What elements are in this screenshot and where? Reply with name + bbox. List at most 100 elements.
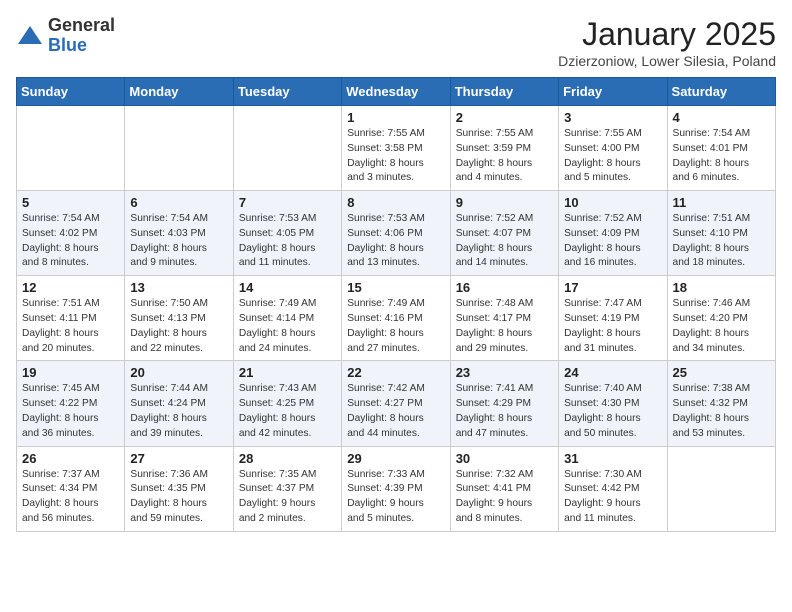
day-info: Sunrise: 7:33 AMSunset: 4:39 PMDaylight:… bbox=[347, 468, 444, 527]
day-number: 5 bbox=[22, 195, 119, 210]
calendar-cell bbox=[233, 106, 341, 191]
calendar-cell: 26 Sunrise: 7:37 AMSunset: 4:34 PMDayligh… bbox=[17, 446, 125, 531]
calendar-cell: 5 Sunrise: 7:54 AMSunset: 4:02 PMDaylight… bbox=[17, 191, 125, 276]
day-number: 23 bbox=[456, 365, 553, 380]
calendar-cell: 31 Sunrise: 7:30 AMSunset: 4:42 PMDayligh… bbox=[559, 446, 667, 531]
day-info: Sunrise: 7:40 AMSunset: 4:30 PMDaylight:… bbox=[564, 382, 661, 441]
day-info: Sunrise: 7:48 AMSunset: 4:17 PMDaylight:… bbox=[456, 297, 553, 356]
calendar-cell: 8Sunrise: 7:53 AMSunset: 4:06 PMDaylight… bbox=[342, 191, 450, 276]
calendar-cell: 3 Sunrise: 7:55 AMSunset: 4:00 PMDaylight… bbox=[559, 106, 667, 191]
day-number: 11 bbox=[673, 195, 770, 210]
calendar-cell: 10Sunrise: 7:52 AMSunset: 4:09 PMDayligh… bbox=[559, 191, 667, 276]
day-number: 16 bbox=[456, 280, 553, 295]
calendar-week-row: 19Sunrise: 7:45 AMSunset: 4:22 PMDayligh… bbox=[17, 361, 776, 446]
calendar-cell: 4 Sunrise: 7:54 AMSunset: 4:01 PMDaylight… bbox=[667, 106, 775, 191]
calendar-cell: 24 Sunrise: 7:40 AMSunset: 4:30 PMDayligh… bbox=[559, 361, 667, 446]
calendar-cell: 9Sunrise: 7:52 AMSunset: 4:07 PMDaylight… bbox=[450, 191, 558, 276]
day-info: Sunrise: 7:53 AMSunset: 4:05 PMDaylight:… bbox=[239, 212, 336, 271]
day-number: 26 bbox=[22, 451, 119, 466]
location-subtitle: Dzierzoniow, Lower Silesia, Poland bbox=[558, 53, 776, 69]
day-info: Sunrise: 7:51 AMSunset: 4:11 PMDaylight:… bbox=[22, 297, 119, 356]
day-info: Sunrise: 7:41 AMSunset: 4:29 PMDaylight:… bbox=[456, 382, 553, 441]
calendar-cell: 13 Sunrise: 7:50 AMSunset: 4:13 PMDayligh… bbox=[125, 276, 233, 361]
day-number: 25 bbox=[673, 365, 770, 380]
weekday-header-monday: Monday bbox=[125, 78, 233, 106]
day-info: Sunrise: 7:53 AMSunset: 4:06 PMDaylight:… bbox=[347, 212, 444, 271]
weekday-header-wednesday: Wednesday bbox=[342, 78, 450, 106]
day-info: Sunrise: 7:35 AMSunset: 4:37 PMDaylight:… bbox=[239, 468, 336, 527]
calendar-cell: 18 Sunrise: 7:46 AMSunset: 4:20 PMDayligh… bbox=[667, 276, 775, 361]
day-number: 15 bbox=[347, 280, 444, 295]
day-info: Sunrise: 7:36 AMSunset: 4:35 PMDaylight:… bbox=[130, 468, 227, 527]
calendar-cell: 11Sunrise: 7:51 AMSunset: 4:10 PMDayligh… bbox=[667, 191, 775, 276]
day-info: Sunrise: 7:49 AMSunset: 4:14 PMDaylight:… bbox=[239, 297, 336, 356]
day-info: Sunrise: 7:30 AMSunset: 4:42 PMDaylight:… bbox=[564, 468, 661, 527]
day-info: Sunrise: 7:43 AMSunset: 4:25 PMDaylight:… bbox=[239, 382, 336, 441]
day-info: Sunrise: 7:54 AMSunset: 4:02 PMDaylight:… bbox=[22, 212, 119, 271]
calendar-cell bbox=[667, 446, 775, 531]
day-info: Sunrise: 7:50 AMSunset: 4:13 PMDaylight:… bbox=[130, 297, 227, 356]
day-number: 12 bbox=[22, 280, 119, 295]
day-number: 9 bbox=[456, 195, 553, 210]
calendar-week-row: 12 Sunrise: 7:51 AMSunset: 4:11 PMDayligh… bbox=[17, 276, 776, 361]
day-info: Sunrise: 7:38 AMSunset: 4:32 PMDaylight:… bbox=[673, 382, 770, 441]
day-info: Sunrise: 7:54 AMSunset: 4:03 PMDaylight:… bbox=[130, 212, 227, 271]
weekday-header-friday: Friday bbox=[559, 78, 667, 106]
title-block: January 2025 Dzierzoniow, Lower Silesia,… bbox=[558, 16, 776, 69]
logo: General Blue bbox=[16, 16, 115, 56]
calendar-table: SundayMondayTuesdayWednesdayThursdayFrid… bbox=[16, 77, 776, 532]
weekday-header-sunday: Sunday bbox=[17, 78, 125, 106]
month-title: January 2025 bbox=[558, 16, 776, 53]
day-number: 24 bbox=[564, 365, 661, 380]
calendar-cell: 19Sunrise: 7:45 AMSunset: 4:22 PMDayligh… bbox=[17, 361, 125, 446]
calendar-cell bbox=[17, 106, 125, 191]
calendar-week-row: 5 Sunrise: 7:54 AMSunset: 4:02 PMDaylight… bbox=[17, 191, 776, 276]
day-number: 17 bbox=[564, 280, 661, 295]
day-number: 31 bbox=[564, 451, 661, 466]
day-number: 29 bbox=[347, 451, 444, 466]
day-number: 13 bbox=[130, 280, 227, 295]
calendar-cell: 16 Sunrise: 7:48 AMSunset: 4:17 PMDayligh… bbox=[450, 276, 558, 361]
day-number: 21 bbox=[239, 365, 336, 380]
logo-icon bbox=[16, 22, 44, 50]
day-number: 3 bbox=[564, 110, 661, 125]
day-number: 2 bbox=[456, 110, 553, 125]
calendar-cell: 17 Sunrise: 7:47 AMSunset: 4:19 PMDayligh… bbox=[559, 276, 667, 361]
calendar-week-row: 1Sunrise: 7:55 AMSunset: 3:58 PMDaylight… bbox=[17, 106, 776, 191]
calendar-cell: 30Sunrise: 7:32 AMSunset: 4:41 PMDayligh… bbox=[450, 446, 558, 531]
day-info: Sunrise: 7:55 AMSunset: 4:00 PMDaylight:… bbox=[564, 127, 661, 186]
day-number: 22 bbox=[347, 365, 444, 380]
day-number: 4 bbox=[673, 110, 770, 125]
weekday-header-tuesday: Tuesday bbox=[233, 78, 341, 106]
calendar-cell: 23 Sunrise: 7:41 AMSunset: 4:29 PMDayligh… bbox=[450, 361, 558, 446]
calendar-cell: 29 Sunrise: 7:33 AMSunset: 4:39 PMDayligh… bbox=[342, 446, 450, 531]
day-number: 30 bbox=[456, 451, 553, 466]
day-info: Sunrise: 7:54 AMSunset: 4:01 PMDaylight:… bbox=[673, 127, 770, 186]
weekday-header-row: SundayMondayTuesdayWednesdayThursdayFrid… bbox=[17, 78, 776, 106]
day-info: Sunrise: 7:42 AMSunset: 4:27 PMDaylight:… bbox=[347, 382, 444, 441]
page-header: General Blue January 2025 Dzierzoniow, L… bbox=[16, 16, 776, 69]
day-info: Sunrise: 7:55 AMSunset: 3:58 PMDaylight:… bbox=[347, 127, 444, 186]
day-number: 10 bbox=[564, 195, 661, 210]
calendar-week-row: 26 Sunrise: 7:37 AMSunset: 4:34 PMDayligh… bbox=[17, 446, 776, 531]
weekday-header-thursday: Thursday bbox=[450, 78, 558, 106]
day-info: Sunrise: 7:55 AMSunset: 3:59 PMDaylight:… bbox=[456, 127, 553, 186]
calendar-cell: 6Sunrise: 7:54 AMSunset: 4:03 PMDaylight… bbox=[125, 191, 233, 276]
calendar-cell: 15 Sunrise: 7:49 AMSunset: 4:16 PMDayligh… bbox=[342, 276, 450, 361]
day-info: Sunrise: 7:49 AMSunset: 4:16 PMDaylight:… bbox=[347, 297, 444, 356]
calendar-cell: 21 Sunrise: 7:43 AMSunset: 4:25 PMDayligh… bbox=[233, 361, 341, 446]
day-number: 27 bbox=[130, 451, 227, 466]
day-number: 14 bbox=[239, 280, 336, 295]
calendar-cell: 28Sunrise: 7:35 AMSunset: 4:37 PMDayligh… bbox=[233, 446, 341, 531]
calendar-cell: 1Sunrise: 7:55 AMSunset: 3:58 PMDaylight… bbox=[342, 106, 450, 191]
day-info: Sunrise: 7:44 AMSunset: 4:24 PMDaylight:… bbox=[130, 382, 227, 441]
weekday-header-saturday: Saturday bbox=[667, 78, 775, 106]
logo-blue: Blue bbox=[48, 35, 87, 55]
calendar-cell: 22 Sunrise: 7:42 AMSunset: 4:27 PMDayligh… bbox=[342, 361, 450, 446]
calendar-cell: 27 Sunrise: 7:36 AMSunset: 4:35 PMDayligh… bbox=[125, 446, 233, 531]
day-number: 18 bbox=[673, 280, 770, 295]
day-info: Sunrise: 7:47 AMSunset: 4:19 PMDaylight:… bbox=[564, 297, 661, 356]
day-info: Sunrise: 7:37 AMSunset: 4:34 PMDaylight:… bbox=[22, 468, 119, 527]
calendar-cell: 20Sunrise: 7:44 AMSunset: 4:24 PMDayligh… bbox=[125, 361, 233, 446]
day-info: Sunrise: 7:46 AMSunset: 4:20 PMDaylight:… bbox=[673, 297, 770, 356]
